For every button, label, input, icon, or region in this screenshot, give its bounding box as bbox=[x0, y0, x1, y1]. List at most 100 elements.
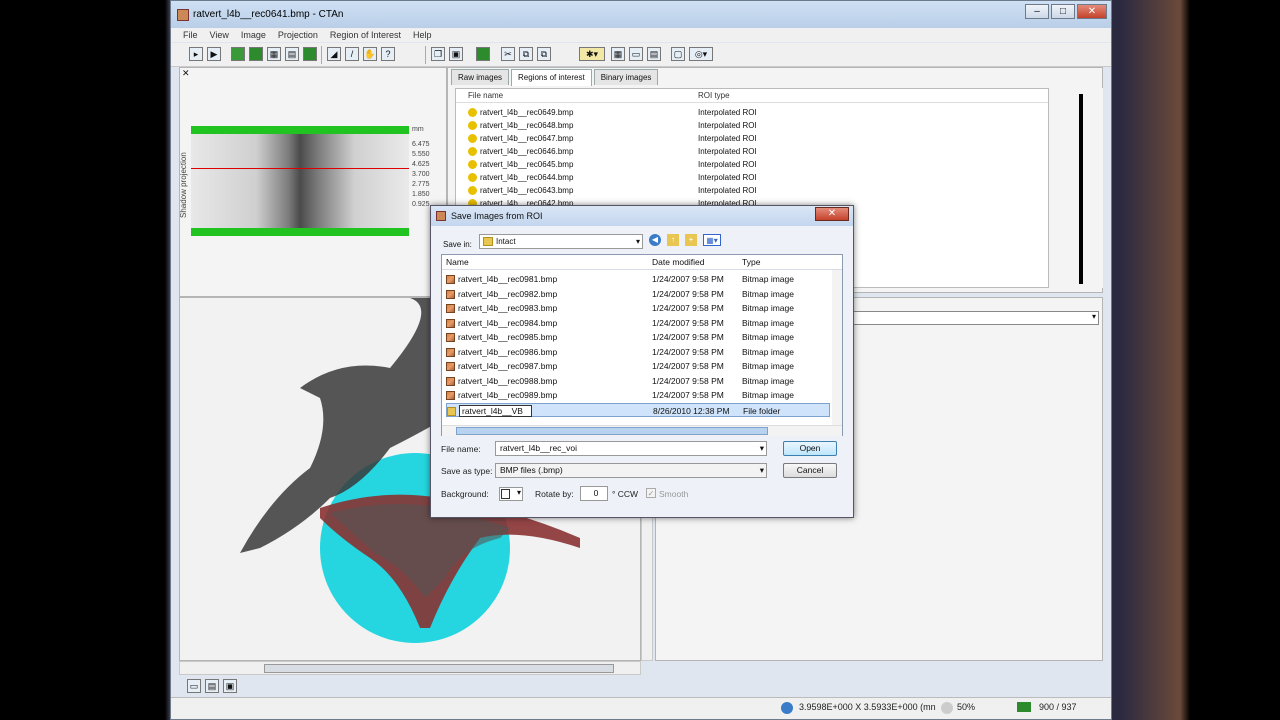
zoom-icon bbox=[941, 702, 953, 714]
file-row[interactable]: ratvert_l4b__rec0989.bmp 1/24/2007 9:58 P… bbox=[446, 388, 830, 402]
scroll-thumb[interactable] bbox=[264, 664, 614, 673]
file-row[interactable]: ratvert_l4b__rec0984.bmp 1/24/2007 9:58 P… bbox=[446, 316, 830, 330]
file-row[interactable]: ratvert_l4b__rec0982.bmp 1/24/2007 9:58 P… bbox=[446, 287, 830, 301]
col-name[interactable]: Name bbox=[446, 255, 469, 270]
ruler-icon[interactable]: ◢ bbox=[327, 47, 341, 61]
smooth-checkbox[interactable]: ✓ bbox=[646, 488, 656, 498]
model-icon[interactable] bbox=[303, 47, 317, 61]
col-roi-type[interactable]: ROI type bbox=[698, 91, 730, 100]
row-type: Bitmap image bbox=[742, 288, 794, 299]
cancel-button[interactable]: Cancel bbox=[783, 463, 837, 478]
dialog-list-vertical-scrollbar[interactable] bbox=[832, 270, 842, 425]
tab-raw-images[interactable]: Raw images bbox=[451, 69, 510, 85]
binary-icon[interactable]: ▦ bbox=[267, 47, 281, 61]
file-row[interactable]: ratvert_l4b__rec0986.bmp 1/24/2007 9:58 P… bbox=[446, 345, 830, 359]
paste-icon[interactable]: ⧉ bbox=[519, 47, 533, 61]
file-row[interactable]: ratvert_l4b__rec0985.bmp 1/24/2007 9:58 P… bbox=[446, 330, 830, 344]
table-icon[interactable]: ▤ bbox=[647, 47, 661, 61]
new-folder-icon[interactable]: + bbox=[685, 234, 697, 246]
roi-shape-dropdown-icon[interactable]: ✱▾ bbox=[579, 47, 605, 61]
roi-top-bar[interactable] bbox=[191, 126, 409, 134]
row-name: ratvert_l4b__rec0985.bmp bbox=[458, 332, 558, 342]
close-button[interactable]: ✕ bbox=[1077, 4, 1107, 19]
col-date-modified[interactable]: Date modified bbox=[652, 255, 704, 270]
select-icon[interactable]: ▭ bbox=[629, 47, 643, 61]
save-images-dialog: Save Images from ROI ✕ Save in: Intact ▾… bbox=[430, 205, 854, 518]
back-icon[interactable]: ◀ bbox=[649, 234, 661, 246]
file-row[interactable]: ratvert_l4b__rec0988.bmp 1/24/2007 9:58 P… bbox=[446, 374, 830, 388]
file-row[interactable]: ratvert_l4b__rec0987.bmp 1/24/2007 9:58 P… bbox=[446, 359, 830, 373]
roi-star-icon bbox=[468, 108, 477, 118]
col-file-name[interactable]: File name bbox=[468, 91, 503, 100]
help-cursor-icon[interactable]: ? bbox=[381, 47, 395, 61]
roi-bottom-bar[interactable] bbox=[191, 228, 409, 236]
save-as-type-select[interactable]: BMP files (.bmp) ▾ bbox=[495, 463, 767, 478]
image-horizontal-scrollbar[interactable] bbox=[179, 661, 641, 675]
close-panel-icon[interactable]: ✕ bbox=[182, 68, 190, 79]
roi-tool-icon[interactable] bbox=[476, 47, 490, 61]
menu-image[interactable]: Image bbox=[241, 28, 266, 42]
up-folder-icon[interactable]: ↑ bbox=[667, 234, 679, 246]
list-item[interactable]: ratvert_l4b__rec0645.bmp Interpolated ROI bbox=[468, 158, 1028, 171]
rename-field[interactable]: ratvert_l4b__VB bbox=[459, 404, 532, 417]
chevron-down-icon: ▾ bbox=[635, 237, 640, 246]
file-row[interactable]: ratvert_l4b__rec0981.bmp 1/24/2007 9:58 P… bbox=[446, 272, 830, 286]
view-menu-icon[interactable]: ▦▾ bbox=[703, 234, 721, 246]
menu-region-of-interest[interactable]: Region of Interest bbox=[330, 28, 401, 42]
shadow-projection-image[interactable] bbox=[191, 126, 409, 236]
file-name-value: ratvert_l4b__rec_voi bbox=[500, 443, 578, 453]
open-button[interactable]: Open bbox=[783, 441, 837, 456]
background-color-picker[interactable]: ▾ bbox=[499, 487, 523, 501]
file-name-input[interactable]: ratvert_l4b__rec_voi ▾ bbox=[495, 441, 767, 456]
dialog-list-horizontal-scrollbar[interactable] bbox=[442, 425, 842, 436]
view-dropdown-icon[interactable]: ◎▾ bbox=[689, 47, 713, 61]
save-in-label: Save in: bbox=[443, 240, 472, 249]
file-row[interactable]: ratvert_l4b__rec0983.bmp 1/24/2007 9:58 P… bbox=[446, 301, 830, 315]
list-item[interactable]: ratvert_l4b__rec0643.bmp Interpolated ROI bbox=[468, 184, 1028, 197]
rotate-input[interactable]: 0 bbox=[580, 486, 608, 501]
list-item[interactable]: ratvert_l4b__rec0648.bmp Interpolated ROI bbox=[468, 119, 1028, 132]
raw-image-icon[interactable] bbox=[231, 47, 245, 61]
list-item[interactable]: ratvert_l4b__rec0649.bmp Interpolated ROI bbox=[468, 106, 1028, 119]
tab-regions-of-interest[interactable]: Regions of interest bbox=[511, 69, 592, 86]
hand-icon[interactable]: ✋ bbox=[363, 47, 377, 61]
save-in-combo[interactable]: Intact ▾ bbox=[479, 234, 643, 249]
title-bar: ratvert_l4b__rec0641.bmp - CTAn – □ ✕ bbox=[171, 1, 1111, 28]
tab-binary-images[interactable]: Binary images bbox=[593, 69, 659, 85]
list-item[interactable]: ratvert_l4b__rec0646.bmp Interpolated ROI bbox=[468, 145, 1028, 158]
maximize-button[interactable]: □ bbox=[1051, 4, 1075, 19]
cut-icon[interactable]: ✂ bbox=[501, 47, 515, 61]
row-date: 1/24/2007 9:58 PM bbox=[652, 375, 724, 386]
duplicate-icon[interactable]: ⧉ bbox=[537, 47, 551, 61]
window-title: ratvert_l4b__rec0641.bmp - CTAn bbox=[193, 9, 344, 20]
roi-type: Interpolated ROI bbox=[698, 134, 757, 143]
analysis-icon[interactable]: ▤ bbox=[285, 47, 299, 61]
line-icon[interactable]: / bbox=[345, 47, 359, 61]
minimize-button[interactable]: – bbox=[1025, 4, 1049, 19]
scroll-thumb[interactable] bbox=[456, 427, 768, 435]
save-icon[interactable]: ▣ bbox=[449, 47, 463, 61]
list-item[interactable]: ratvert_l4b__rec0647.bmp Interpolated ROI bbox=[468, 132, 1028, 145]
contrast-slider[interactable] bbox=[1079, 94, 1083, 284]
current-slice-line[interactable] bbox=[191, 168, 409, 169]
menu-help[interactable]: Help bbox=[413, 28, 432, 42]
folder-row[interactable]: ratvert_l4b__VB 8/26/2010 12:38 PM File fo… bbox=[446, 402, 830, 417]
dialog-file-list[interactable]: Name Date modified Type ratvert_l4b__rec… bbox=[441, 254, 843, 436]
grid-icon[interactable]: ▦ bbox=[611, 47, 625, 61]
copy-icon[interactable]: ❐ bbox=[431, 47, 445, 61]
scale-tick: 3.700 bbox=[412, 171, 430, 178]
roi-icon[interactable] bbox=[249, 47, 263, 61]
view-split-icon[interactable]: ▤ bbox=[205, 679, 219, 693]
menu-file[interactable]: File bbox=[183, 28, 198, 42]
open-icon[interactable]: ▸ bbox=[189, 47, 203, 61]
play-icon[interactable]: ▶ bbox=[207, 47, 221, 61]
menu-view[interactable]: View bbox=[210, 28, 229, 42]
list-item[interactable]: ratvert_l4b__rec0644.bmp Interpolated ROI bbox=[468, 171, 1028, 184]
frame-icon[interactable]: ▢ bbox=[671, 47, 685, 61]
view-dual-icon[interactable]: ▣ bbox=[223, 679, 237, 693]
menu-projection[interactable]: Projection bbox=[278, 28, 318, 42]
view-single-icon[interactable]: ▭ bbox=[187, 679, 201, 693]
row-type: Bitmap image bbox=[742, 303, 794, 313]
col-type[interactable]: Type bbox=[742, 255, 760, 270]
dialog-close-button[interactable]: ✕ bbox=[815, 207, 849, 221]
